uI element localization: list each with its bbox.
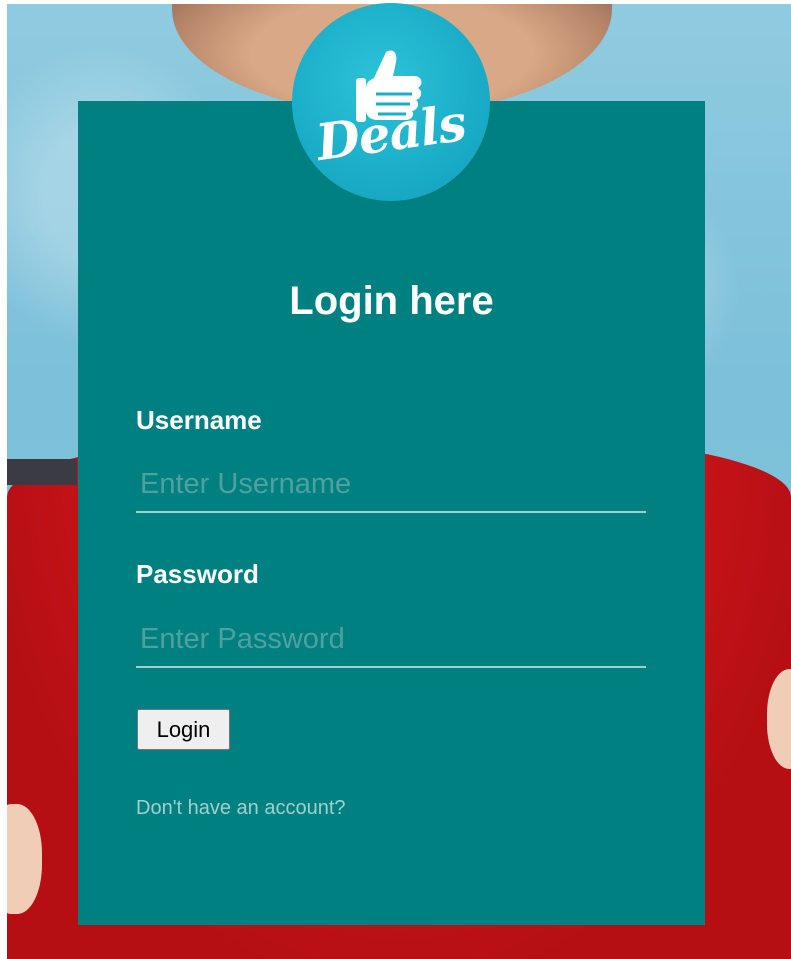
- page: Login here Username Password Login Don't…: [0, 0, 791, 959]
- login-button[interactable]: Login: [137, 709, 230, 750]
- username-input[interactable]: [136, 457, 646, 513]
- password-input[interactable]: [136, 612, 646, 668]
- page-title: Login here: [289, 279, 494, 323]
- login-panel: Login here Username Password Login Don't…: [78, 101, 705, 925]
- password-label: Password: [136, 559, 259, 589]
- logo-text: Deals: [312, 92, 470, 173]
- background-shadow: [7, 459, 77, 485]
- username-label: Username: [136, 405, 262, 435]
- deals-logo: Deals: [292, 3, 490, 201]
- signup-link[interactable]: Don't have an account?: [136, 797, 346, 820]
